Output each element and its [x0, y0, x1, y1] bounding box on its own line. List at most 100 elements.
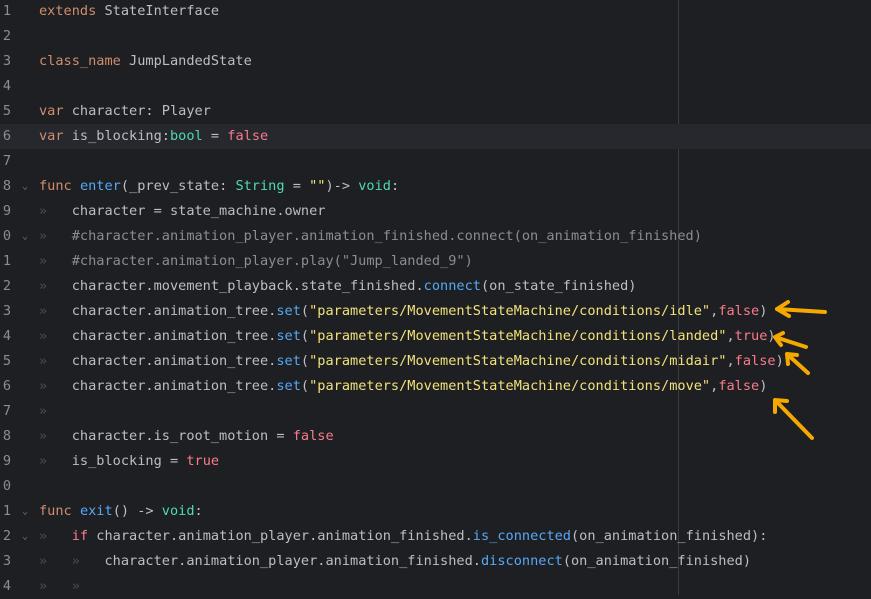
code-line[interactable]: 1 extends StateInterface — [0, 0, 871, 24]
code-line[interactable]: 9 » character = state_machine.owner — [0, 199, 871, 224]
tab-indent-guide-icon: » — [39, 228, 48, 244]
code-token: ( — [300, 303, 310, 319]
code-text: » #character.animation_player.animation_… — [39, 224, 702, 249]
code-token: (_prev_state: — [120, 178, 236, 194]
code-token: character.animation_player.animation_fin… — [88, 528, 473, 544]
code-token: ) — [767, 328, 776, 344]
code-token: character.is_root_motion = — [47, 428, 293, 444]
code-text: » » — [39, 574, 80, 599]
chevron-down-icon[interactable]: ⌄ — [22, 224, 32, 249]
code-token: false — [292, 428, 334, 444]
code-token: (on_state_finished) — [480, 278, 637, 294]
code-line[interactable]: 3 » » character.animation_player.animatio… — [0, 549, 871, 574]
tab-indent-guide-icon: » — [39, 528, 48, 544]
code-token: String — [235, 178, 285, 194]
code-token: var — [39, 103, 64, 119]
line-number: 4 — [2, 578, 11, 594]
line-number: 9 — [2, 453, 11, 469]
code-text: func exit() -> void: — [39, 499, 203, 524]
code-text: » » character.animation_player.animation… — [39, 549, 751, 574]
code-token: character.animation_tree. — [47, 378, 277, 394]
line-number: 0 — [2, 228, 11, 244]
code-line[interactable]: 1 ⌄ func exit() -> void: — [0, 499, 871, 524]
code-token: #character.animation_player.animation_fi… — [47, 228, 702, 244]
line-number: 8 — [2, 428, 11, 444]
code-line[interactable]: 4 » » — [0, 574, 871, 599]
code-line[interactable]: 0 — [0, 474, 871, 499]
code-token: character = state_machine.owner — [47, 203, 326, 219]
code-token: func — [39, 178, 72, 194]
code-token: is_connected — [472, 528, 571, 544]
line-number: 6 — [2, 378, 11, 394]
tab-indent-guide-icon: » — [39, 253, 48, 269]
code-token: () -> — [112, 503, 162, 519]
code-token: (on_animation_finished) — [562, 553, 752, 569]
tab-indent-guide-icon: » — [39, 403, 48, 419]
line-number: 8 — [2, 178, 11, 194]
code-token: character.animation_tree. — [47, 303, 277, 319]
code-text: » — [39, 399, 47, 424]
line-number: 5 — [2, 353, 11, 369]
code-token: character.animation_tree. — [47, 328, 277, 344]
line-number: 4 — [2, 78, 11, 94]
code-text: » #character.animation_player.play("Jump… — [39, 249, 473, 274]
code-token: class_name — [39, 53, 121, 69]
code-line[interactable]: 4 » character.animation_tree.set("paramet… — [0, 324, 871, 349]
line-number: 1 — [2, 3, 11, 19]
tab-indent-guide-icon: » — [39, 378, 48, 394]
code-line[interactable]: 5 var character: Player — [0, 99, 871, 124]
code-token: StateInterface — [96, 3, 220, 19]
code-editor[interactable]: 1 extends StateInterface 2 3 class_name Jump… — [0, 0, 871, 595]
code-token: "parameters/MovementStateMachine/conditi… — [309, 353, 727, 369]
code-line[interactable]: 2 — [0, 24, 871, 49]
code-token: , — [726, 353, 735, 369]
code-line[interactable]: 0 ⌄ » #character.animation_player.animatio… — [0, 224, 871, 249]
code-line[interactable]: 3 » character.animation_tree.set("paramet… — [0, 299, 871, 324]
code-text: var character: Player — [39, 99, 211, 124]
tab-indent-guide-icon: » — [39, 328, 48, 344]
code-token: = — [284, 178, 310, 194]
code-token: disconnect — [480, 553, 563, 569]
code-token: character.animation_tree. — [47, 353, 277, 369]
code-line[interactable]: 9 » is_blocking = true — [0, 449, 871, 474]
code-token: character.animation_player.animation_fin… — [79, 553, 481, 569]
line-number: 2 — [2, 528, 11, 544]
code-line[interactable]: 6 » character.animation_tree.set("paramet… — [0, 374, 871, 399]
line-number: 6 — [2, 128, 11, 144]
code-line[interactable]: 5 » character.animation_tree.set("paramet… — [0, 349, 871, 374]
code-line[interactable]: 8 » character.is_root_motion = false — [0, 424, 871, 449]
code-line[interactable]: 7 — [0, 149, 871, 174]
code-line[interactable]: 4 — [0, 74, 871, 99]
code-line[interactable]: 2 ⌄ » if character.animation_player.animat… — [0, 524, 871, 549]
code-token: character: Player — [63, 103, 211, 119]
code-token: extends — [39, 3, 97, 19]
code-line[interactable]: 3 class_name JumpLandedState — [0, 49, 871, 74]
code-line[interactable]: 8 ⌄ func enter(_prev_state: String = "")->… — [0, 174, 871, 199]
code-token: ( — [300, 378, 310, 394]
code-token: JumpLandedState — [120, 53, 252, 69]
chevron-down-icon[interactable]: ⌄ — [22, 499, 32, 524]
code-text: » character.animation_tree.set("paramete… — [39, 324, 776, 349]
chevron-down-icon[interactable]: ⌄ — [22, 524, 32, 549]
code-token: is_blocking: — [63, 128, 170, 144]
tab-indent-guide-icon: » — [39, 453, 48, 469]
code-line[interactable]: 7» — [0, 399, 871, 424]
code-token: set — [276, 328, 301, 344]
code-line[interactable]: 6 var is_blocking:bool = false — [0, 124, 871, 149]
code-token: "parameters/MovementStateMachine/conditi… — [309, 378, 711, 394]
line-number: 9 — [2, 203, 11, 219]
code-line[interactable]: 2 » character.movement_playback.state_fin… — [0, 274, 871, 299]
code-token: false — [227, 128, 269, 144]
code-text: class_name JumpLandedState — [39, 49, 252, 74]
code-text: extends StateInterface — [39, 0, 219, 24]
chevron-down-icon[interactable]: ⌄ — [22, 174, 32, 199]
code-token: ( — [300, 328, 310, 344]
code-token: true — [734, 328, 768, 344]
code-token: #character.animation_player.play("Jump_l… — [47, 253, 473, 269]
code-text: » character.animation_tree.set("paramete… — [39, 299, 767, 324]
code-line[interactable]: 1 » #character.animation_player.play("Jum… — [0, 249, 871, 274]
line-number: 5 — [2, 103, 11, 119]
